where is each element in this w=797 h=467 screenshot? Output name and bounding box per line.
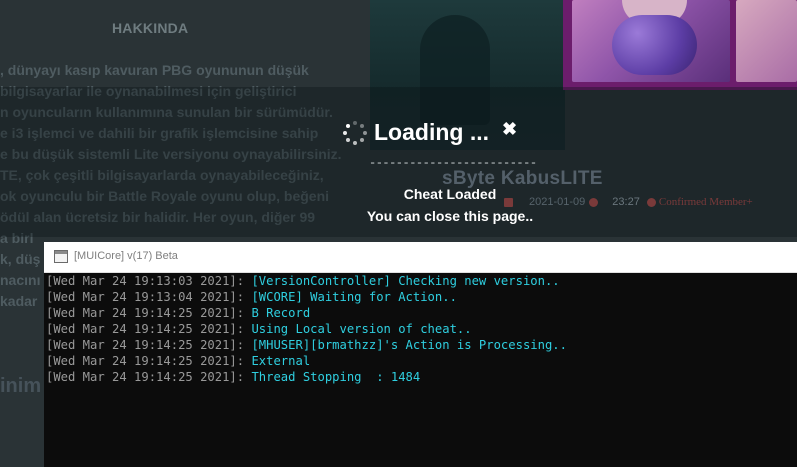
log-line: [Wed Mar 24 19:14:25 2021]: External	[46, 353, 795, 369]
log-message: Thread Stopping : 1484	[251, 370, 421, 384]
spinner-dot	[353, 141, 357, 145]
log-line: [Wed Mar 24 19:13:03 2021]: [VersionCont…	[46, 273, 795, 289]
member-badge-icon	[646, 197, 656, 207]
background-thumbnails	[563, 0, 797, 90]
log-message: [MHUSER][brmathzz]'s Action is Processin…	[251, 338, 567, 352]
log-message: B Record	[251, 306, 311, 320]
spinner-icon	[342, 120, 368, 146]
spinner-dot	[343, 131, 347, 135]
game-thumbnail[interactable]	[572, 0, 730, 82]
post-member-badge: Confirmed Member+	[658, 196, 753, 208]
thumbnail-grapes	[612, 15, 697, 75]
log-line: [Wed Mar 24 19:14:25 2021]: Thread Stopp…	[46, 369, 795, 385]
post-time: 23:27	[612, 196, 640, 208]
spinner-dot	[360, 138, 365, 143]
separator: -------------------------	[369, 156, 537, 170]
spinner-dot	[353, 121, 357, 125]
status-hint: You can close this page..	[366, 208, 534, 224]
console-output[interactable]: [Wed Mar 24 19:13:03 2021]: [VersionCont…	[46, 273, 795, 463]
log-timestamp: [Wed Mar 24 19:13:04 2021]:	[46, 290, 252, 304]
article-line: , dünyayı kasıp kavuran PBG oyununun düş…	[0, 62, 309, 78]
log-timestamp: [Wed Mar 24 19:14:25 2021]:	[46, 354, 252, 368]
console-window-title: [MUICore] v(17) Beta	[74, 250, 178, 262]
loading-title: Loading ...	[374, 119, 489, 145]
log-timestamp: [Wed Mar 24 19:14:25 2021]:	[46, 322, 252, 336]
loading-overlay: Loading ... ✖ ------------------------- …	[325, 110, 560, 235]
spinner-dot	[360, 123, 365, 128]
game-thumbnail[interactable]	[736, 0, 797, 82]
spinner-dot	[345, 138, 350, 143]
clock-icon	[589, 197, 599, 207]
log-timestamp: [Wed Mar 24 19:14:25 2021]:	[46, 370, 252, 384]
log-line: [Wed Mar 24 19:13:04 2021]: [WCORE] Wait…	[46, 289, 795, 305]
status-message: Cheat Loaded	[403, 186, 497, 202]
close-icon[interactable]: ✖	[502, 119, 517, 140]
console-window[interactable]: [MUICore] v(17) Beta [Wed Mar 24 19:13:0…	[44, 242, 797, 467]
article-tail-text: inim	[0, 375, 42, 397]
console-titlebar[interactable]: [MUICore] v(17) Beta	[44, 242, 797, 273]
log-message: [WCORE] Waiting for Action..	[251, 290, 457, 304]
log-message: External	[251, 354, 311, 368]
log-line: [Wed Mar 24 19:14:25 2021]: Using Local …	[46, 321, 795, 337]
log-timestamp: [Wed Mar 24 19:14:25 2021]:	[46, 306, 252, 320]
log-line: [Wed Mar 24 19:14:25 2021]: [MHUSER][brm…	[46, 337, 795, 353]
log-timestamp: [Wed Mar 24 19:14:25 2021]:	[46, 338, 252, 352]
log-message: Using Local version of cheat..	[251, 322, 472, 336]
log-message: [VersionController] Checking new version…	[251, 274, 560, 288]
spinner-dot	[345, 123, 350, 128]
log-line: [Wed Mar 24 19:14:25 2021]: B Record	[46, 305, 795, 321]
article-heading: HAKKINDA	[112, 20, 189, 36]
spinner-dot	[363, 131, 367, 135]
console-window-icon	[54, 250, 68, 263]
log-timestamp: [Wed Mar 24 19:13:03 2021]:	[46, 274, 252, 288]
